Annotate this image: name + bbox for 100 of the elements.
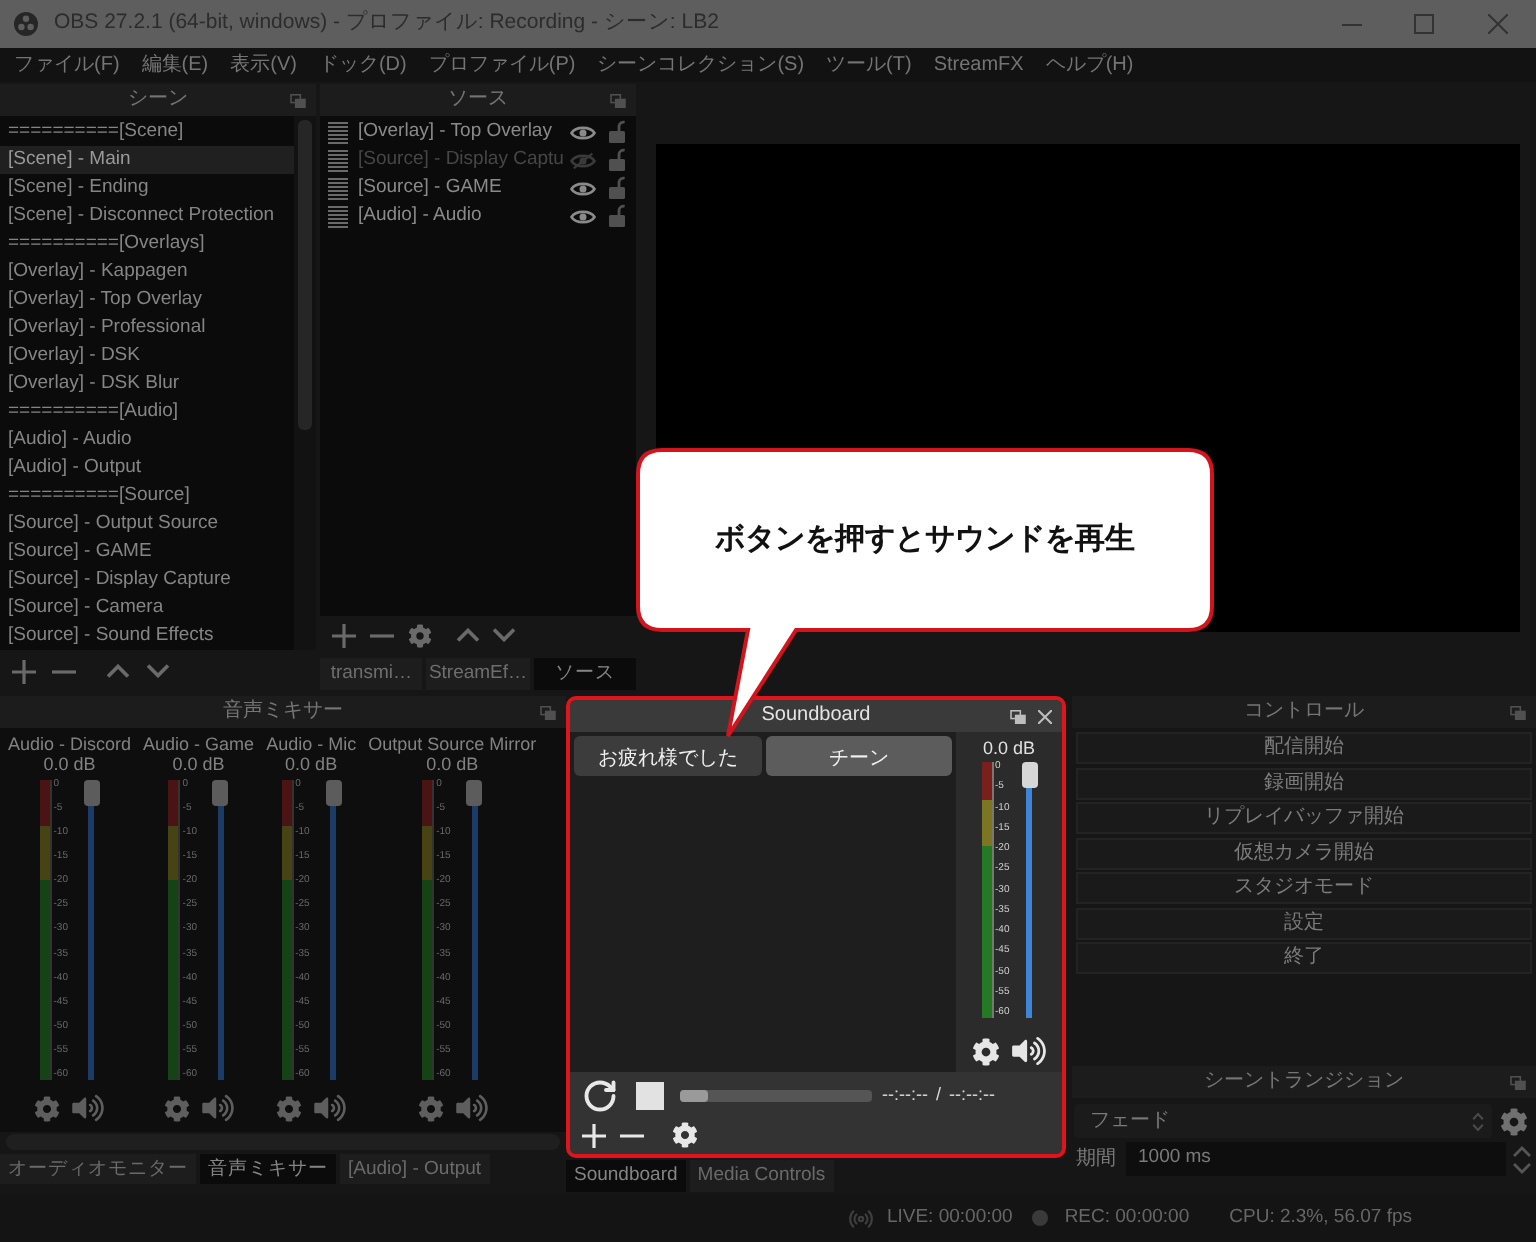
dock-tab[interactable]: オーディオモニター [0, 1154, 196, 1184]
slider-thumb[interactable] [680, 1090, 708, 1102]
source-label[interactable]: [Source] - GAME [358, 174, 570, 202]
spin-arrows-icon[interactable] [1512, 1145, 1532, 1173]
scrollbar[interactable] [294, 116, 316, 650]
panel-title: シーントランジション [1204, 1068, 1404, 1096]
speaker-icon[interactable] [1012, 1036, 1046, 1066]
volume-slider[interactable] [466, 780, 483, 1080]
playback-slider[interactable] [680, 1090, 872, 1102]
dock-tab[interactable]: transmi… [320, 658, 423, 690]
scene-item[interactable]: [Scene] - Main [0, 146, 294, 174]
unlocked-lock-icon[interactable] [608, 120, 626, 144]
menu-item[interactable]: ドック(D) [318, 48, 407, 82]
slider-thumb[interactable] [1021, 762, 1037, 788]
chevron-up-icon[interactable] [456, 628, 480, 642]
menu-item[interactable]: ツール(T) [826, 48, 912, 82]
live-signal-icon [848, 1205, 875, 1231]
duration-field[interactable]: 1000 ms [1126, 1142, 1506, 1176]
menu-item[interactable]: シーンコレクション(S) [597, 48, 805, 82]
dock-tab[interactable]: Media Controls [689, 1160, 834, 1192]
duration-value: 1000 ms [1138, 1144, 1211, 1173]
scene-item[interactable]: [Overlay] - DSK [0, 342, 294, 370]
control-button[interactable]: 録画開始 [1076, 767, 1532, 799]
menu-item[interactable]: プロファイル(P) [428, 48, 576, 82]
eye-off-icon[interactable] [570, 151, 596, 169]
menu-item[interactable]: 表示(V) [230, 48, 297, 82]
menu-item[interactable]: ヘルプ(H) [1045, 48, 1134, 82]
lines-icon[interactable] [328, 121, 348, 143]
maximize-icon[interactable] [1414, 14, 1434, 34]
undock-icon[interactable] [1010, 709, 1026, 723]
control-button[interactable]: 設定 [1076, 907, 1532, 939]
slider-thumb[interactable] [466, 780, 483, 806]
panel-title: ソース [448, 86, 508, 114]
scene-item[interactable]: [Scene] - Ending [0, 174, 294, 202]
volume-slider[interactable] [212, 780, 229, 1080]
eye-icon[interactable] [570, 207, 596, 225]
scene-item[interactable]: [Overlay] - DSK Blur [0, 370, 294, 398]
scene-item[interactable]: [Source] - Output Source [0, 510, 294, 538]
scene-item[interactable]: [Audio] - Output [0, 454, 294, 482]
slider-thumb[interactable] [212, 780, 229, 806]
control-button[interactable]: 終了 [1076, 942, 1532, 974]
dock-tab[interactable]: Soundboard [566, 1160, 686, 1192]
gear-icon[interactable] [672, 1122, 698, 1148]
scene-item[interactable]: [Scene] - Disconnect Protection [0, 202, 294, 230]
dock-tab[interactable]: 音声ミキサー [200, 1154, 336, 1184]
time-separator: / [935, 1082, 941, 1109]
gear-icon[interactable] [972, 1037, 1000, 1065]
unlocked-lock-icon[interactable] [608, 176, 626, 200]
control-button[interactable]: 仮想カメラ開始 [1076, 837, 1532, 869]
dock-tab[interactable]: [Audio] - Output [340, 1154, 490, 1184]
scene-item[interactable]: [Source] - Sound Effects [0, 622, 294, 650]
eye-icon[interactable] [570, 123, 596, 141]
scene-item[interactable]: [Overlay] - Professional [0, 314, 294, 342]
scene-item[interactable]: [Overlay] - Top Overlay [0, 286, 294, 314]
volume-slider[interactable] [325, 780, 342, 1080]
sound-button[interactable]: お疲れ様でした [574, 736, 761, 776]
unlocked-lock-icon[interactable] [608, 204, 626, 228]
app-logo-icon [14, 12, 38, 36]
control-button[interactable]: スタジオモード [1076, 872, 1532, 904]
scene-item[interactable]: ==========[Scene] [0, 118, 294, 146]
lines-icon[interactable] [328, 205, 348, 227]
scene-item[interactable]: ==========[Source] [0, 482, 294, 510]
unlocked-lock-icon[interactable] [608, 148, 626, 172]
scene-item[interactable]: [Source] - Display Capture [0, 566, 294, 594]
menu-item[interactable]: 編集(E) [141, 48, 209, 82]
loop-icon[interactable] [582, 1078, 618, 1114]
transition-dropdown[interactable]: フェード [1074, 1104, 1492, 1138]
close-icon[interactable] [1038, 709, 1052, 723]
scene-item[interactable]: [Source] - GAME [0, 538, 294, 566]
scene-item[interactable]: [Overlay] - Kappagen [0, 258, 294, 286]
control-button[interactable]: リプレイバッファ開始 [1076, 802, 1532, 834]
lines-icon[interactable] [328, 177, 348, 199]
control-button[interactable]: 配信開始 [1076, 732, 1532, 764]
chevron-down-icon[interactable] [492, 628, 516, 642]
lines-icon[interactable] [328, 149, 348, 171]
panel-title: Soundboard [761, 702, 871, 730]
volume-slider[interactable] [83, 780, 100, 1080]
chevron-up-icon[interactable] [106, 664, 130, 678]
scene-item[interactable]: [Audio] - Audio [0, 426, 294, 454]
panel-title: 音声ミキサー [223, 697, 343, 726]
total-time: --:--:-- [949, 1082, 995, 1109]
chevron-down-icon[interactable] [146, 664, 170, 678]
volume-slider[interactable] [1021, 762, 1037, 1018]
scene-item[interactable]: [Source] - Camera [0, 594, 294, 622]
menu-item[interactable]: StreamFX [933, 48, 1024, 82]
dock-tab[interactable]: ソース [533, 658, 636, 690]
minimize-icon[interactable] [1342, 23, 1362, 25]
scene-item[interactable]: ==========[Audio] [0, 398, 294, 426]
channel-name: Audio - Discord [8, 734, 132, 754]
eye-icon[interactable] [570, 179, 596, 197]
volume-reading: 0.0 dB [285, 754, 338, 774]
source-label[interactable]: [Audio] - Audio [358, 202, 570, 230]
dock-tab[interactable]: StreamEf… [426, 658, 530, 690]
slider-thumb[interactable] [83, 780, 100, 806]
panel-title: コントロール [1244, 698, 1364, 726]
sound-button[interactable]: チーン [765, 736, 952, 776]
slider-thumb[interactable] [325, 780, 342, 806]
source-label[interactable]: [Overlay] - Top Overlay [358, 118, 570, 146]
menu-item[interactable]: ファイル(F) [14, 48, 120, 82]
scene-item[interactable]: ==========[Overlays] [0, 230, 294, 258]
